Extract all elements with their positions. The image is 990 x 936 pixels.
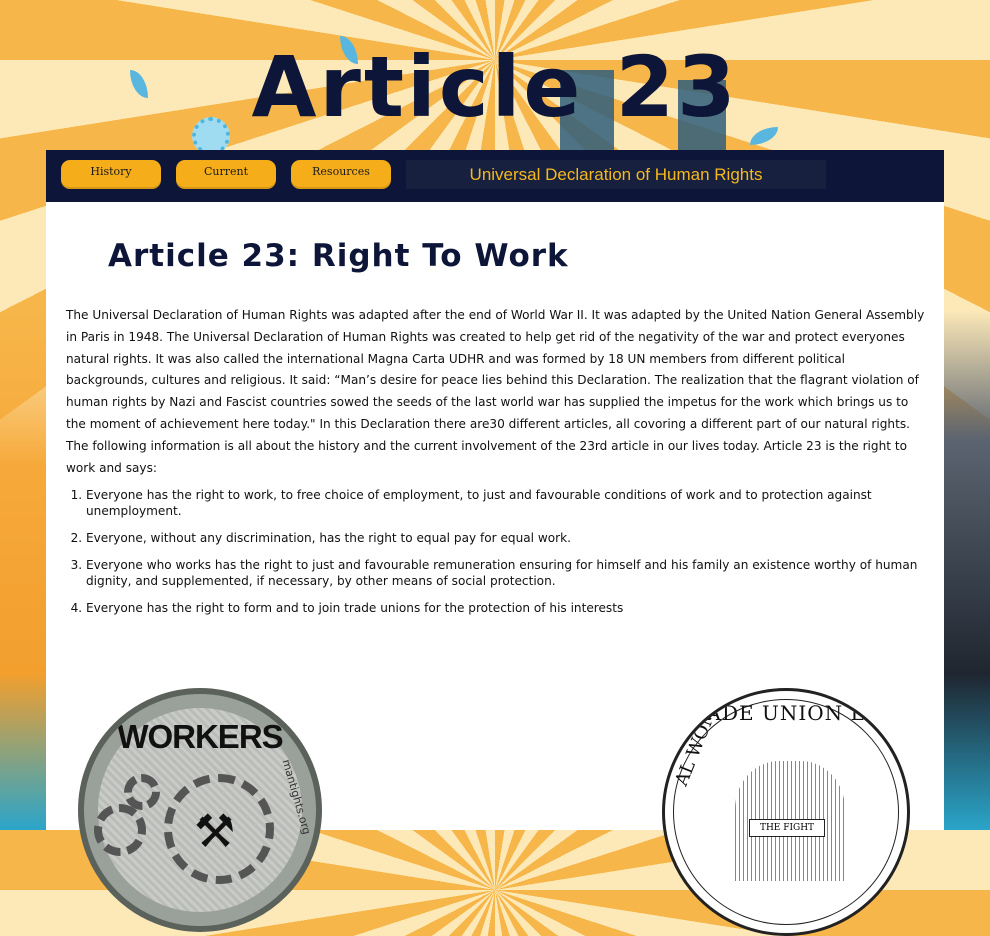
nav-resources-button[interactable]: Resources bbox=[291, 160, 391, 189]
list-item: Everyone who works has the right to just… bbox=[86, 557, 946, 589]
list-item: Everyone has the right to form and to jo… bbox=[86, 600, 946, 616]
navigation-bar: History Current Resources Universal Decl… bbox=[46, 150, 944, 202]
article-list: Everyone has the right to work, to free … bbox=[66, 487, 946, 627]
seal-title: WORKERS bbox=[117, 718, 283, 755]
womens-trade-union-seal-image: TRADE UNION LEA AL WOMEN'S THE FIGHT bbox=[662, 688, 910, 936]
nav-history-button[interactable]: History bbox=[61, 160, 161, 189]
list-item: Everyone, without any discrimination, ha… bbox=[86, 530, 946, 546]
gear-icon bbox=[124, 774, 160, 810]
nav-current-button[interactable]: Current bbox=[176, 160, 276, 189]
gear-icon bbox=[94, 804, 146, 856]
intro-paragraph: The Universal Declaration of Human Right… bbox=[66, 308, 925, 475]
workers-rights-seal-image: WORKERS ⚒ mantights.org bbox=[78, 688, 322, 932]
list-item: Everyone has the right to work, to free … bbox=[86, 487, 946, 519]
udhr-banner: Universal Declaration of Human Rights bbox=[406, 160, 826, 189]
tools-icon: ⚒ bbox=[194, 804, 236, 858]
seal-banner: THE FIGHT bbox=[749, 819, 825, 837]
site-title: Article 23 bbox=[251, 38, 739, 136]
content-panel: History Current Resources Universal Decl… bbox=[46, 150, 946, 936]
page-heading: Article 23: Right To Work bbox=[108, 238, 569, 274]
